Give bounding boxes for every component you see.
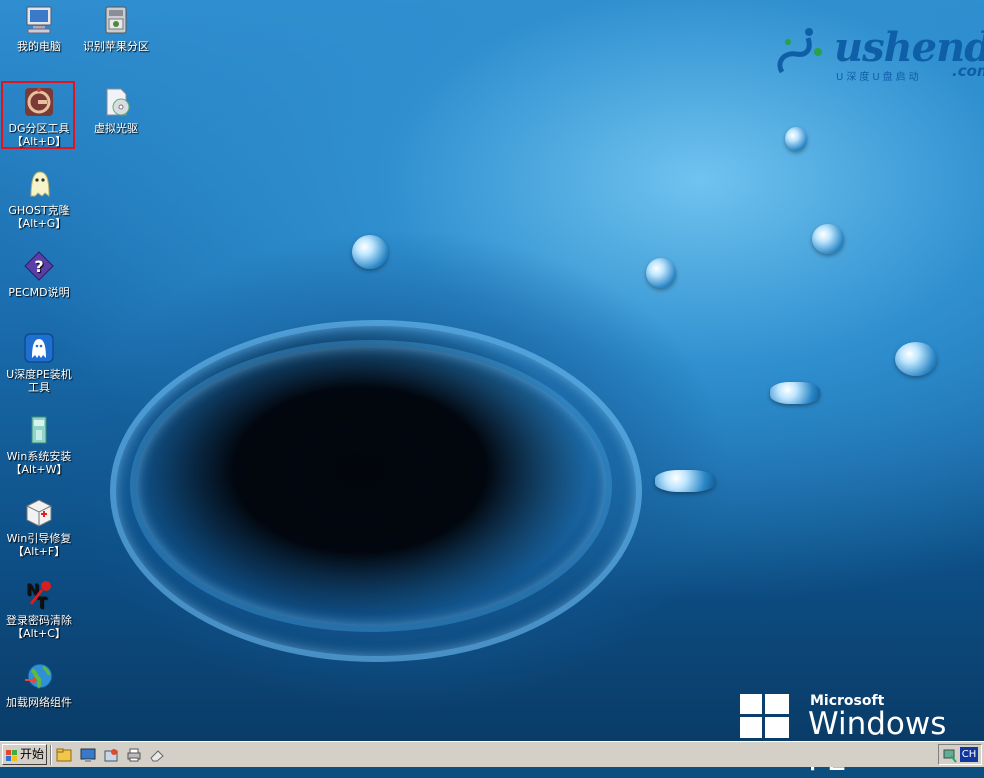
desktop-icon-boot-repair[interactable]: Win引导修复 【Alt+F】	[0, 496, 78, 558]
icon-hotkey: 【Alt+D】	[11, 135, 67, 148]
nt-password-icon: N T	[23, 578, 55, 612]
water-drop	[770, 382, 820, 404]
quicklaunch-display-icon[interactable]	[80, 747, 96, 763]
windows-flag-icon	[740, 694, 790, 740]
start-label: 开始	[20, 747, 45, 761]
quicklaunch-printer-icon[interactable]	[126, 747, 142, 763]
water-drop	[812, 224, 844, 254]
desktop-icon-password-clear[interactable]: N T 登录密码清除 【Alt+C】	[0, 578, 78, 640]
quicklaunch-tools-icon[interactable]	[103, 747, 119, 763]
desktop-icon-pecmd-help[interactable]: ? PECMD说明	[0, 250, 78, 299]
computer-icon	[23, 4, 55, 36]
water-drop	[785, 127, 807, 151]
icon-hotkey: 【Alt+W】	[10, 463, 68, 476]
icon-label: DG分区工具	[8, 122, 70, 135]
icon-label: 登录密码清除	[6, 614, 72, 627]
ghost-icon	[23, 168, 55, 200]
desktop-icon-network[interactable]: 加载网络组件	[0, 660, 78, 709]
installer-icon	[23, 414, 55, 446]
icon-hotkey: 【Alt+C】	[12, 627, 66, 640]
icon-label: U深度PE装机	[6, 368, 72, 381]
diskgenius-icon	[23, 86, 55, 118]
quicklaunch-eraser-icon[interactable]	[149, 747, 165, 763]
water-drop	[655, 470, 715, 492]
icon-label: 加载网络组件	[6, 696, 72, 709]
icon-label: PECMD说明	[8, 286, 70, 299]
network-globe-icon	[23, 660, 55, 692]
desktop-icon-ghost[interactable]: GHOST克隆 【Alt+G】	[0, 168, 78, 230]
repair-kit-icon	[23, 496, 55, 528]
desktop-icon-pe-installer[interactable]: U深度PE装机 工具	[0, 332, 78, 394]
desktop-icon-dg-partition[interactable]: DG分区工具 【Alt+D】	[0, 86, 78, 148]
desktop-icon-virtual-drive[interactable]: 虚拟光驱	[77, 86, 155, 135]
icon-label: 识别苹果分区	[83, 40, 149, 53]
icon-hotkey: 【Alt+F】	[12, 545, 66, 558]
logo-domain: .com	[952, 62, 984, 80]
windows-pe-logo: Microsoft Windows PE	[740, 692, 984, 778]
desktop-icon-win-install[interactable]: Win系统安装 【Alt+W】	[0, 414, 78, 476]
icon-label: Win引导修复	[6, 532, 72, 545]
network-tray-icon[interactable]	[942, 747, 958, 763]
desktop-icon-my-computer[interactable]: 我的电脑	[0, 4, 78, 53]
virtual-cd-icon	[100, 86, 132, 118]
water-drop	[352, 235, 388, 269]
icon-hotkey: 【Alt+G】	[11, 217, 67, 230]
quicklaunch-explorer-icon[interactable]	[56, 747, 72, 763]
windows-start-icon	[6, 750, 17, 761]
icon-label: 我的电脑	[17, 40, 61, 53]
desktop-icon-apple-partition[interactable]: 识别苹果分区	[77, 4, 155, 53]
help-icon: ?	[23, 250, 55, 282]
icon-label: Win系统安装	[6, 450, 72, 463]
icon-label-line2: 工具	[28, 381, 50, 394]
svg-text:?: ?	[34, 257, 43, 276]
water-drop	[646, 258, 676, 288]
language-indicator[interactable]: CH	[960, 747, 978, 762]
taskbar-separator	[50, 745, 52, 765]
logo-swirl-icon	[777, 28, 822, 74]
start-button[interactable]: 开始	[2, 744, 47, 765]
water-drop	[895, 342, 937, 376]
partition-tool-icon	[100, 4, 132, 36]
system-tray: CH	[938, 744, 982, 765]
ushendu-ghost-icon	[23, 332, 55, 364]
splash-inner-rim	[130, 340, 612, 632]
logo-subtitle: U深度U盘启动	[836, 72, 922, 83]
taskbar: 开始 CH	[0, 741, 984, 767]
icon-label: GHOST克隆	[8, 204, 70, 217]
ushendu-logo: ushendu U深度U盘启动 .com	[774, 22, 984, 83]
icon-label: 虚拟光驱	[94, 122, 138, 135]
